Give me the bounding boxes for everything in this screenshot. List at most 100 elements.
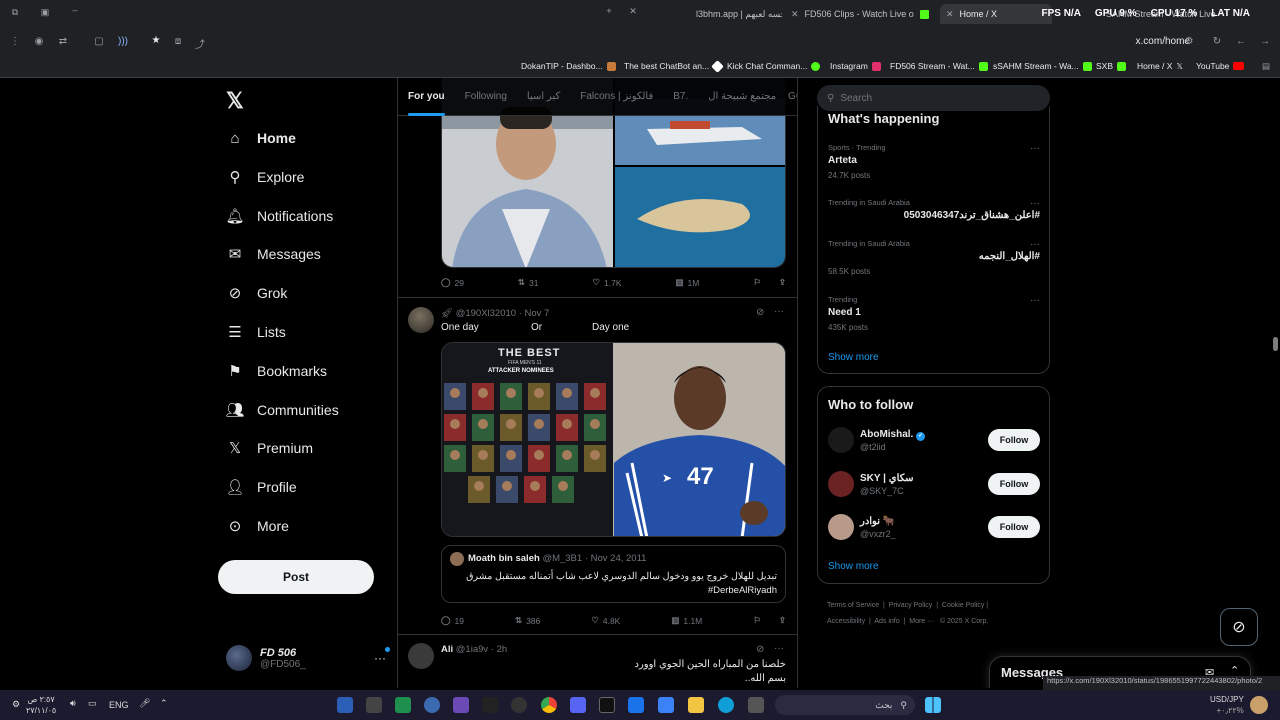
like-button[interactable]: ♡ 4.8K (591, 615, 620, 626)
accessibility-link[interactable]: Accessibility (827, 618, 865, 625)
taskbar-app-icon[interactable] (658, 697, 674, 713)
tweet-handle[interactable]: @190Xl32010 (456, 308, 516, 319)
reply-button[interactable]: ◯ 29 (441, 277, 464, 288)
show-more-link[interactable]: Show more (828, 352, 879, 363)
follow-suggestion[interactable]: SKY | سكاي @SKY_7C Follow (828, 470, 1040, 501)
trend-item[interactable]: Trending in Saudi Arabia #اعلن_هشناق_ترند… (828, 198, 1040, 221)
close-tab-icon[interactable]: ✕ (946, 9, 954, 20)
bookmark-item[interactable]: Home / X𝕏 (1137, 61, 1183, 71)
taskbar-app-icon[interactable] (511, 697, 527, 713)
bookmark-button[interactable]: ⚐ ⇪ (753, 615, 786, 626)
tab-community[interactable]: مجتمع شبيحة ال (698, 78, 786, 116)
discord-icon[interactable] (570, 697, 586, 713)
repost-button[interactable]: ⇅ 31 (518, 277, 539, 288)
more-dots-icon[interactable]: ··· (774, 306, 784, 317)
tweet-media[interactable]: THE BEST FIFA MEN'S 11 ATTACKER NOMINEES… (441, 342, 786, 537)
tab-home-x[interactable]: ✕ Home / X (940, 4, 1052, 24)
taskbar-app-icon[interactable] (453, 697, 469, 713)
bookmark-button[interactable]: ⚐ ⇪ (753, 277, 786, 288)
show-more-link[interactable]: Show more (828, 561, 879, 572)
widget-icon[interactable] (1250, 696, 1268, 714)
quoted-tweet[interactable]: Moath bin saleh @M_3B1 · Nov 24, 2011 تب… (441, 545, 786, 603)
language-indicator[interactable]: ENG (109, 700, 129, 710)
avatar[interactable] (408, 643, 434, 669)
share-icon[interactable]: ⇪ (779, 277, 786, 288)
tab-search-icon[interactable]: ▣ (34, 7, 56, 18)
nav-item-messages[interactable]: ✉ Messages (226, 242, 321, 266)
more-dots-icon[interactable]: ··· (1030, 239, 1040, 250)
more-dots-icon[interactable]: ··· (374, 651, 386, 665)
bookmark-item[interactable]: sSAHM Stream - Wa... (993, 61, 1092, 71)
menu-dots-icon[interactable]: ⋮ (4, 36, 26, 47)
avatar[interactable] (828, 514, 854, 540)
nav-item-bookmarks[interactable]: ⚑ Bookmarks (226, 359, 327, 383)
x-logo-icon[interactable]: 𝕏 (226, 88, 244, 114)
tab-l3bhm[interactable]: l3bhm.app | نحسه لعبهم (690, 4, 782, 24)
nav-item-grok[interactable]: ⊘ Grok (226, 281, 288, 305)
tweet[interactable]: 🚀︎ @190Xl32010 · Nov 7 ⊘ ··· One day Or … (398, 298, 797, 635)
bookmark-item[interactable]: FD506 Stream - Wat... (890, 61, 988, 71)
avatar[interactable] (828, 427, 854, 453)
window-menu-icon[interactable]: ⧉ (4, 7, 26, 18)
volume-icon[interactable]: 🔊︎ (70, 698, 76, 709)
mic-icon[interactable]: 🎤︎ (139, 698, 150, 709)
reload-icon[interactable]: ↻ (1206, 36, 1228, 47)
bookmark-item[interactable]: SXB (1096, 61, 1127, 71)
nav-item-home[interactable]: ⌂ Home (226, 126, 295, 150)
file-explorer-icon[interactable] (688, 697, 704, 713)
page-scrollbar[interactable] (1270, 78, 1280, 688)
nav-item-communities[interactable]: 👥︎ Communities (225, 398, 338, 422)
more-dots-icon[interactable]: ··· (1030, 295, 1040, 306)
stock-widget[interactable]: USD/JPY +٠٫٢٢% (1210, 694, 1244, 716)
nav-item-notifications[interactable]: 🔔︎ Notifications (225, 204, 333, 228)
terms-link[interactable]: Terms of Service (827, 602, 879, 609)
views-button[interactable]: ▥ 1.1M (671, 615, 702, 626)
more-dots-icon[interactable]: ··· (774, 643, 784, 654)
windows-start-icon[interactable] (925, 697, 941, 713)
share-icon[interactable]: ⤴ (189, 36, 211, 51)
more-dots-icon[interactable]: ··· (1030, 198, 1040, 209)
nav-item-profile[interactable]: 👤︎ Profile (225, 475, 296, 499)
close-tab-icon[interactable]: ✕ (791, 9, 799, 20)
tab-list-falcons[interactable]: Falcons | فالكونز (570, 78, 663, 116)
tweet-handle[interactable]: @1ia9v (456, 644, 488, 655)
reply-button[interactable]: ◯ 19 (441, 615, 464, 626)
like-button[interactable]: ♡ 1.7K (592, 277, 621, 288)
new-tab-icon[interactable]: + (598, 6, 620, 16)
extension-icon[interactable]: ◉ (28, 36, 50, 47)
translate-icon[interactable]: ⇄ (52, 36, 74, 47)
edge-icon[interactable] (718, 697, 734, 713)
tweet-date[interactable]: · 2h (491, 644, 507, 655)
taskbar-app-icon[interactable] (599, 697, 615, 713)
tweet-author[interactable]: Ali (441, 644, 453, 655)
cookie-link[interactable]: Cookie Policy (942, 602, 984, 609)
avatar[interactable] (828, 470, 854, 497)
taskbar-app-icon[interactable] (482, 697, 498, 713)
tab-for-you[interactable]: For you (398, 78, 455, 116)
forward-icon[interactable]: → (1254, 36, 1276, 47)
bookmark-item[interactable]: YouTube (1196, 61, 1245, 71)
avatar[interactable] (408, 307, 434, 333)
account-switcher[interactable]: FD 506 @FD506_ ··· (226, 643, 390, 673)
bookmark-item[interactable]: DokanTIP - Dashbo... (521, 61, 616, 71)
screenshot-icon[interactable]: ⧈ (167, 36, 189, 47)
follow-suggestion[interactable]: AboMishal. ✓ @t2iid Follow (828, 427, 1040, 457)
bookmark-item[interactable]: Kick Chat Comman... (727, 61, 821, 71)
tab-gc[interactable]: GC (786, 78, 797, 116)
back-icon[interactable]: ← (1230, 36, 1252, 47)
post-button[interactable]: Post (218, 560, 374, 594)
chrome-icon[interactable] (541, 697, 557, 713)
site-settings-icon[interactable]: ⚙ (1178, 36, 1200, 47)
minimize-icon[interactable]: – (64, 5, 86, 15)
taskbar-clock[interactable]: ٢:٥٧ ص ٢٧/١١/٠٥ (26, 694, 56, 716)
share-icon[interactable]: ⇪ (779, 615, 786, 626)
follow-button[interactable]: Follow (988, 472, 1040, 495)
trend-item[interactable]: Sports · Trending Arteta 24.7K posts ··· (828, 143, 1040, 180)
follow-button[interactable]: Follow (988, 516, 1040, 538)
bookmark-star-icon[interactable]: ★ (145, 35, 167, 46)
taskbar-search[interactable]: بحث ⚲ (775, 695, 915, 715)
tweet-date[interactable]: · Nov 7 (519, 308, 550, 319)
bookmarks-overflow-icon[interactable]: ▤ (1262, 61, 1270, 72)
bookmark-item[interactable]: Instagram (830, 61, 881, 71)
settings-icon[interactable]: ⚙ (12, 699, 20, 710)
